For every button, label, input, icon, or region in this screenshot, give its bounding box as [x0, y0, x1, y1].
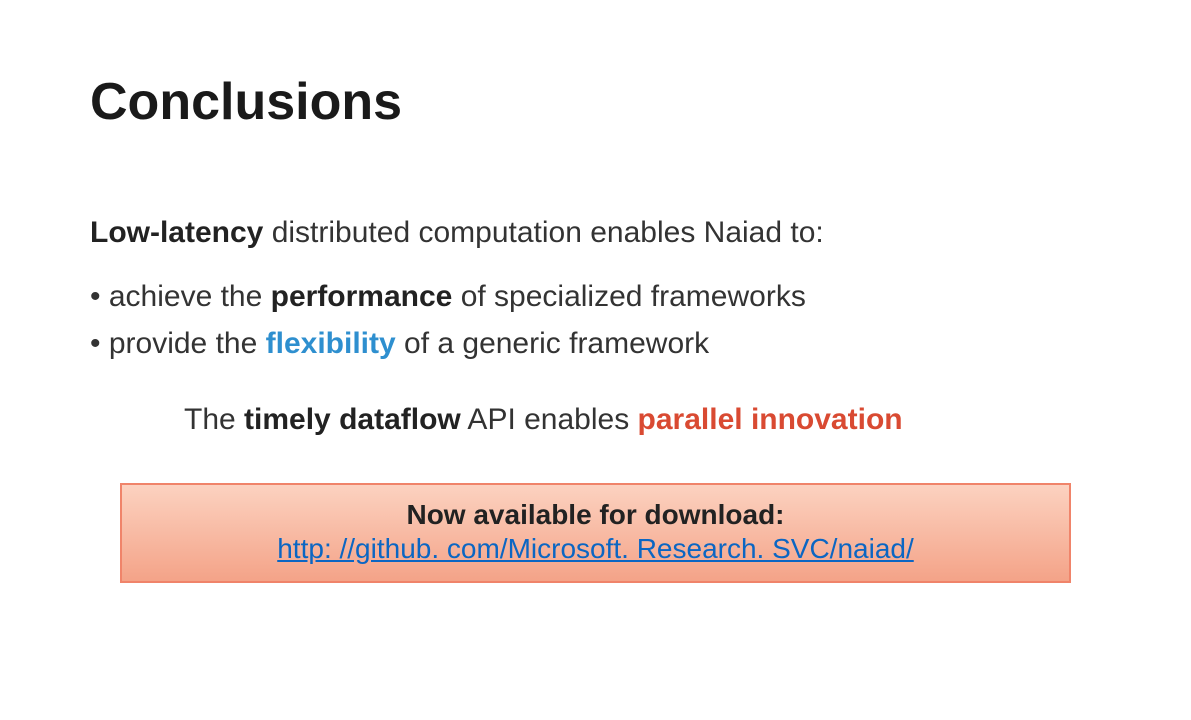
bullet-post: of a generic framework	[396, 327, 709, 360]
download-box: Now available for download: http: //gith…	[120, 483, 1071, 583]
bullet-list: achieve the performance of specialized f…	[90, 274, 1101, 367]
intro-rest: distributed computation enables Naiad to…	[263, 216, 823, 249]
bullet-pre: provide the	[109, 327, 266, 360]
intro-bold: Low-latency	[90, 216, 263, 249]
list-item: provide the flexibility of a generic fra…	[90, 321, 1101, 368]
download-link[interactable]: http: //github. com/Microsoft. Research.…	[277, 533, 914, 564]
bullet-pre: achieve the	[109, 280, 271, 313]
bullet-strong: performance	[271, 280, 453, 313]
slide: Conclusions Low-latency distributed comp…	[0, 0, 1191, 720]
download-label: Now available for download:	[142, 499, 1049, 531]
statement-mid: API enables	[461, 403, 638, 436]
slide-title: Conclusions	[90, 72, 1101, 132]
bullet-accent: flexibility	[266, 327, 396, 360]
statement-pre: The	[184, 403, 244, 436]
intro-line: Low-latency distributed computation enab…	[90, 216, 1101, 250]
bullet-post: of specialized frameworks	[452, 280, 805, 313]
list-item: achieve the performance of specialized f…	[90, 274, 1101, 321]
statement-accent: parallel innovation	[638, 403, 903, 436]
statement-bold: timely dataflow	[244, 403, 461, 436]
statement-line: The timely dataflow API enables parallel…	[184, 403, 1101, 437]
